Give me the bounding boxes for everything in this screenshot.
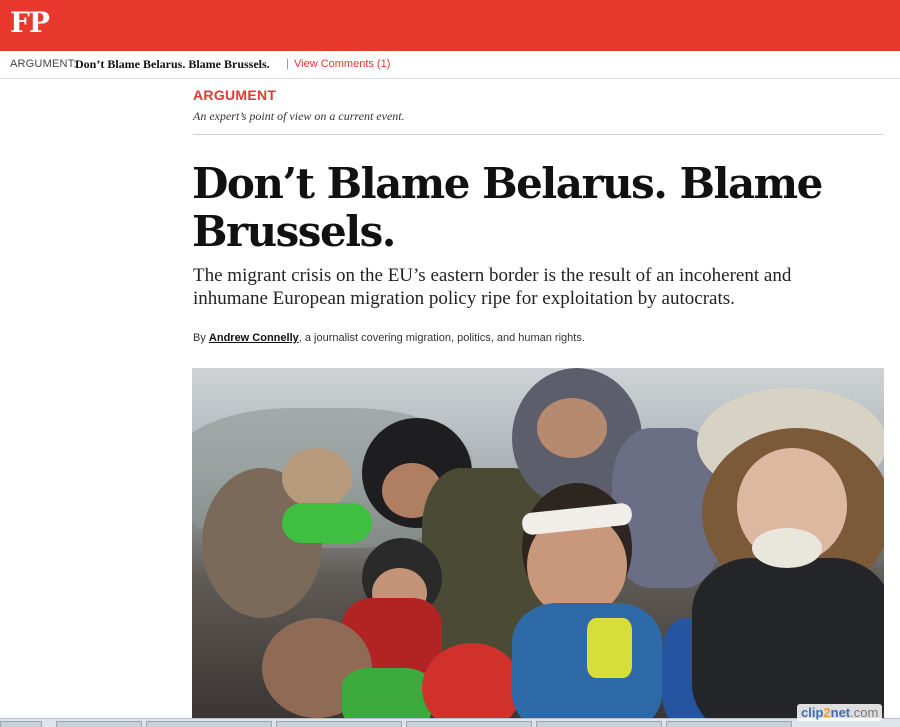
taskbar-button[interactable]	[146, 721, 272, 727]
photo-person	[537, 398, 607, 458]
strip-kicker: ARGUMENT:	[10, 58, 77, 70]
taskbar-button[interactable]	[56, 721, 142, 727]
author-link[interactable]: Andrew Connelly	[209, 332, 299, 344]
strip-separator: |	[286, 56, 290, 70]
divider	[193, 134, 884, 135]
taskbar-button[interactable]	[276, 721, 402, 727]
taskbar-button[interactable]	[0, 721, 42, 727]
photo-person	[282, 448, 352, 508]
photo-person	[282, 503, 372, 543]
watermark-part2: 2	[823, 705, 831, 720]
byline-prefix: By	[193, 332, 209, 344]
clip2net-watermark: clip2net.com	[797, 704, 883, 721]
taskbar-button[interactable]	[536, 721, 662, 727]
strip-title: Don’t Blame Belarus. Blame Brussels.	[75, 57, 270, 71]
os-taskbar	[0, 718, 900, 727]
photo-person	[587, 618, 632, 678]
watermark-suffix: .com	[850, 705, 879, 720]
taskbar-button[interactable]	[406, 721, 532, 727]
site-header: FP	[0, 0, 900, 51]
watermark-part3: net	[830, 705, 851, 720]
article-kicker[interactable]: ARGUMENT	[193, 87, 276, 103]
watermark-part1: clip	[801, 705, 824, 720]
photo-person	[342, 668, 432, 720]
taskbar-button[interactable]	[666, 721, 792, 727]
article-dek: The migrant crisis on the EU’s eastern b…	[193, 265, 792, 309]
photo-person	[752, 528, 822, 568]
hero-photo[interactable]	[192, 368, 884, 720]
kicker-description: An expert’s point of view on a current e…	[193, 109, 405, 123]
photo-person	[692, 558, 884, 720]
byline: By Andrew Connelly, a journalist coverin…	[193, 332, 585, 344]
view-comments-link[interactable]: View Comments (1)	[294, 58, 390, 70]
article-strip: ARGUMENT: Don’t Blame Belarus. Blame Bru…	[0, 51, 900, 79]
article-headline: Don’t Blame Belarus. Blame Brussels.	[192, 159, 823, 256]
byline-suffix: , a journalist covering migration, polit…	[298, 332, 585, 344]
fp-logo[interactable]: FP	[10, 6, 50, 39]
